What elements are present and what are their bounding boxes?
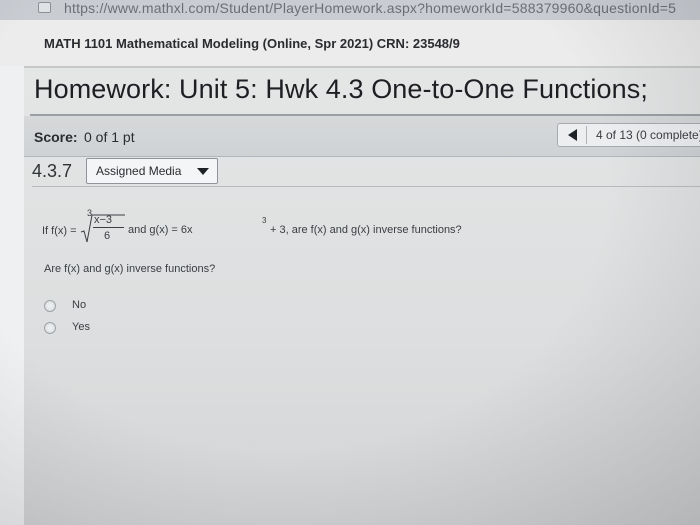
left-margin [0, 66, 24, 525]
score-value: 0 of 1 pt [84, 129, 135, 145]
question-position[interactable]: 4 of 13 (0 complete) [596, 128, 700, 142]
fraction-denominator: 6 [104, 230, 111, 242]
question-if-text: If f(x) = [42, 225, 77, 237]
homework-content: Homework: Unit 5: Hwk 4.3 One-to-One Fun… [24, 68, 700, 525]
nav-separator [586, 126, 587, 144]
fraction-numerator: x−3 [94, 214, 113, 226]
page-title: Homework: Unit 5: Hwk 4.3 One-to-One Fun… [34, 74, 648, 104]
assigned-media-button[interactable]: Assigned Media [86, 158, 218, 184]
course-header: MATH 1101 Mathematical Modeling (Online,… [0, 20, 700, 69]
fraction-bar [93, 227, 124, 228]
url-text[interactable]: https://www.mathxl.com/Student/PlayerHom… [64, 0, 676, 16]
score-label: Score: [34, 129, 78, 145]
radio-no[interactable] [44, 300, 56, 312]
question-navigator[interactable]: 4 of 13 (0 complete) [557, 123, 700, 147]
left-triangle-arrow-icon[interactable] [568, 129, 577, 141]
choice-no-label[interactable]: No [72, 299, 86, 311]
score-bar: Score: 0 of 1 pt 4 of 13 (0 complete) [24, 116, 700, 157]
question-prompt: Are f(x) and g(x) inverse functions? [44, 263, 216, 275]
lock-icon [38, 2, 51, 13]
question-divider [32, 186, 700, 187]
address-bar[interactable]: https://www.mathxl.com/Student/PlayerHom… [0, 0, 700, 21]
course-title: MATH 1101 Mathematical Modeling (Online,… [44, 36, 460, 51]
assigned-media-label: Assigned Media [96, 164, 182, 178]
exponent: 3 [262, 216, 267, 225]
choice-yes-label[interactable]: Yes [72, 321, 90, 333]
browser-screen: https://www.mathxl.com/Student/PlayerHom… [0, 0, 700, 525]
question-number: 4.3.7 [32, 161, 73, 181]
caret-down-icon [197, 168, 209, 175]
radio-yes[interactable] [44, 322, 56, 334]
question-g-text: and g(x) = 6x [128, 224, 193, 236]
question-rest-text: + 3, are f(x) and g(x) inverse functions… [270, 224, 462, 236]
